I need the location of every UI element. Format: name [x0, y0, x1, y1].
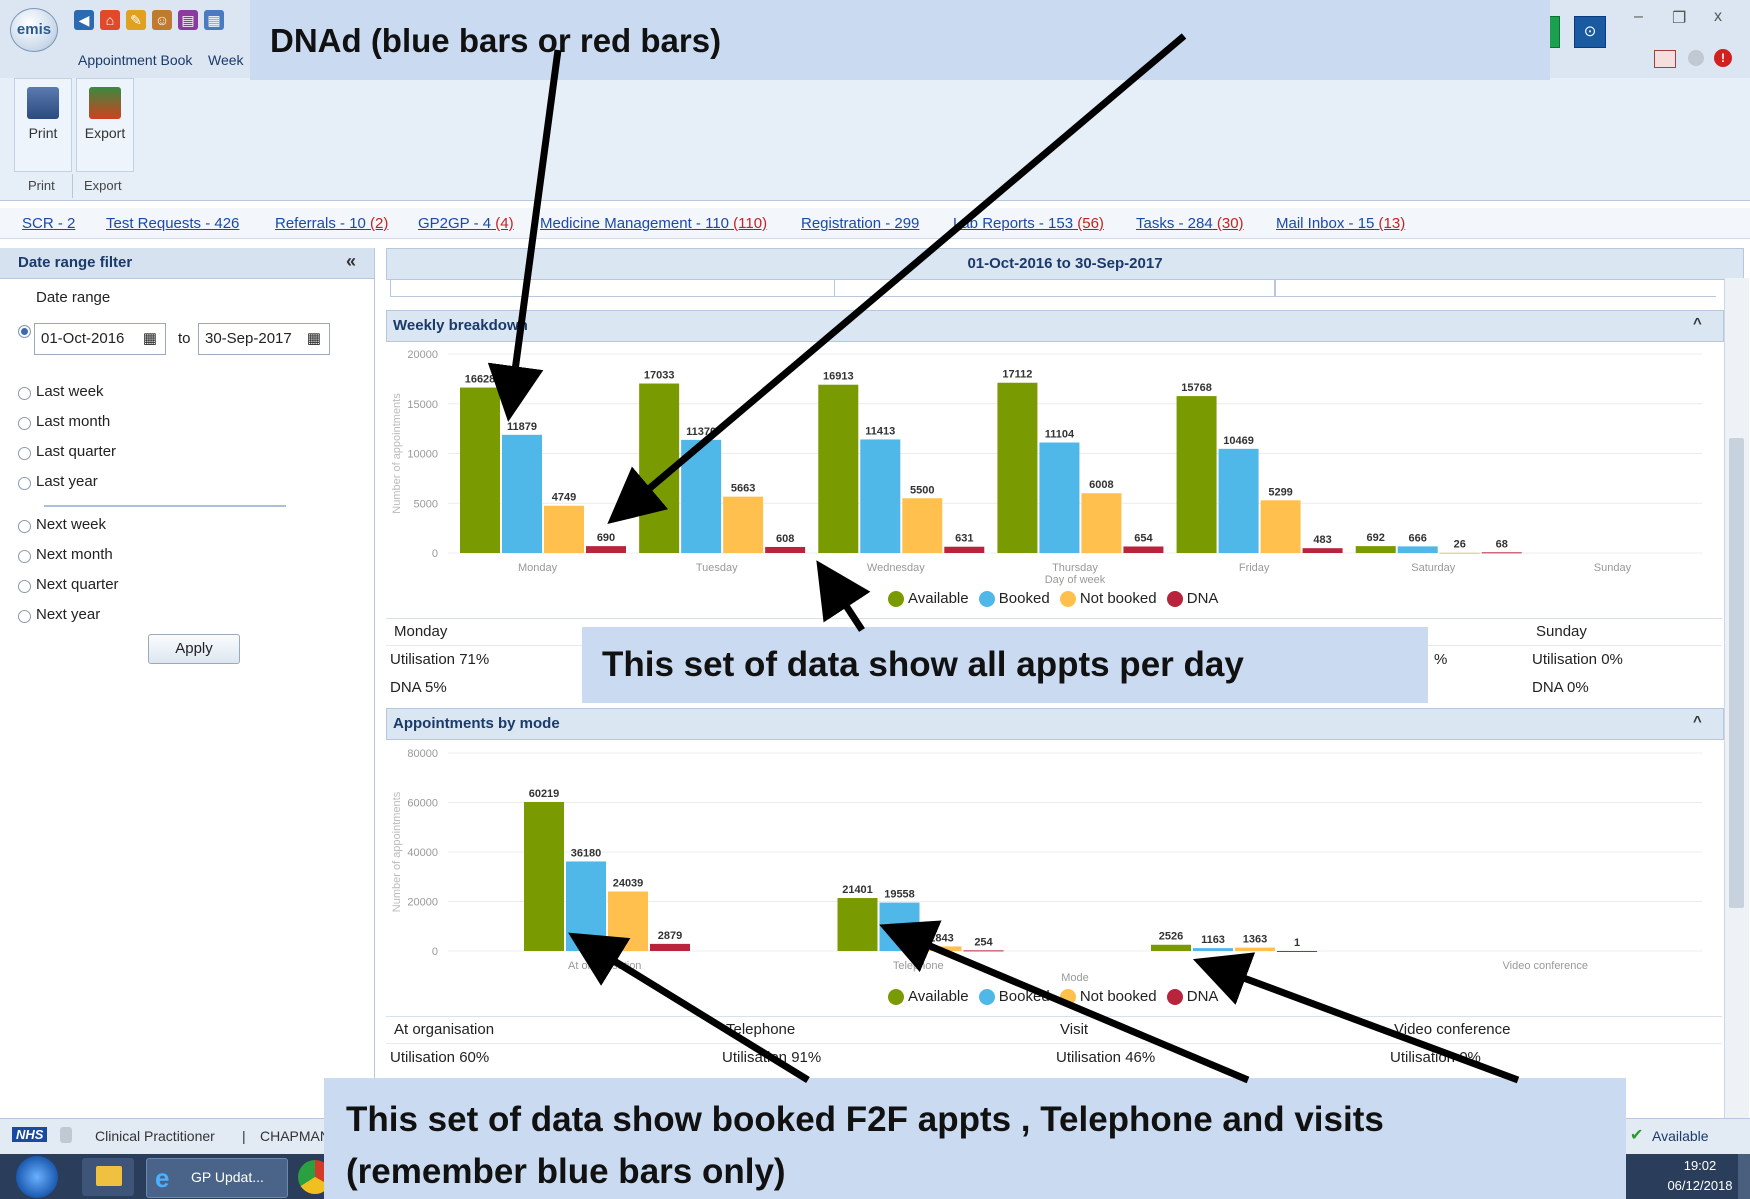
arrow-to-dna: [607, 33, 1187, 525]
arrow-to-organisation-booked: [568, 932, 810, 1083]
annotation-arrows: [487, 33, 1520, 1084]
arrow-to-visit-booked: [1192, 952, 1520, 1084]
arrow-to-weekday-axis: [816, 560, 871, 632]
arrow-to-booked: [487, 49, 562, 422]
arrow-to-telephone-booked: [879, 920, 1250, 1084]
